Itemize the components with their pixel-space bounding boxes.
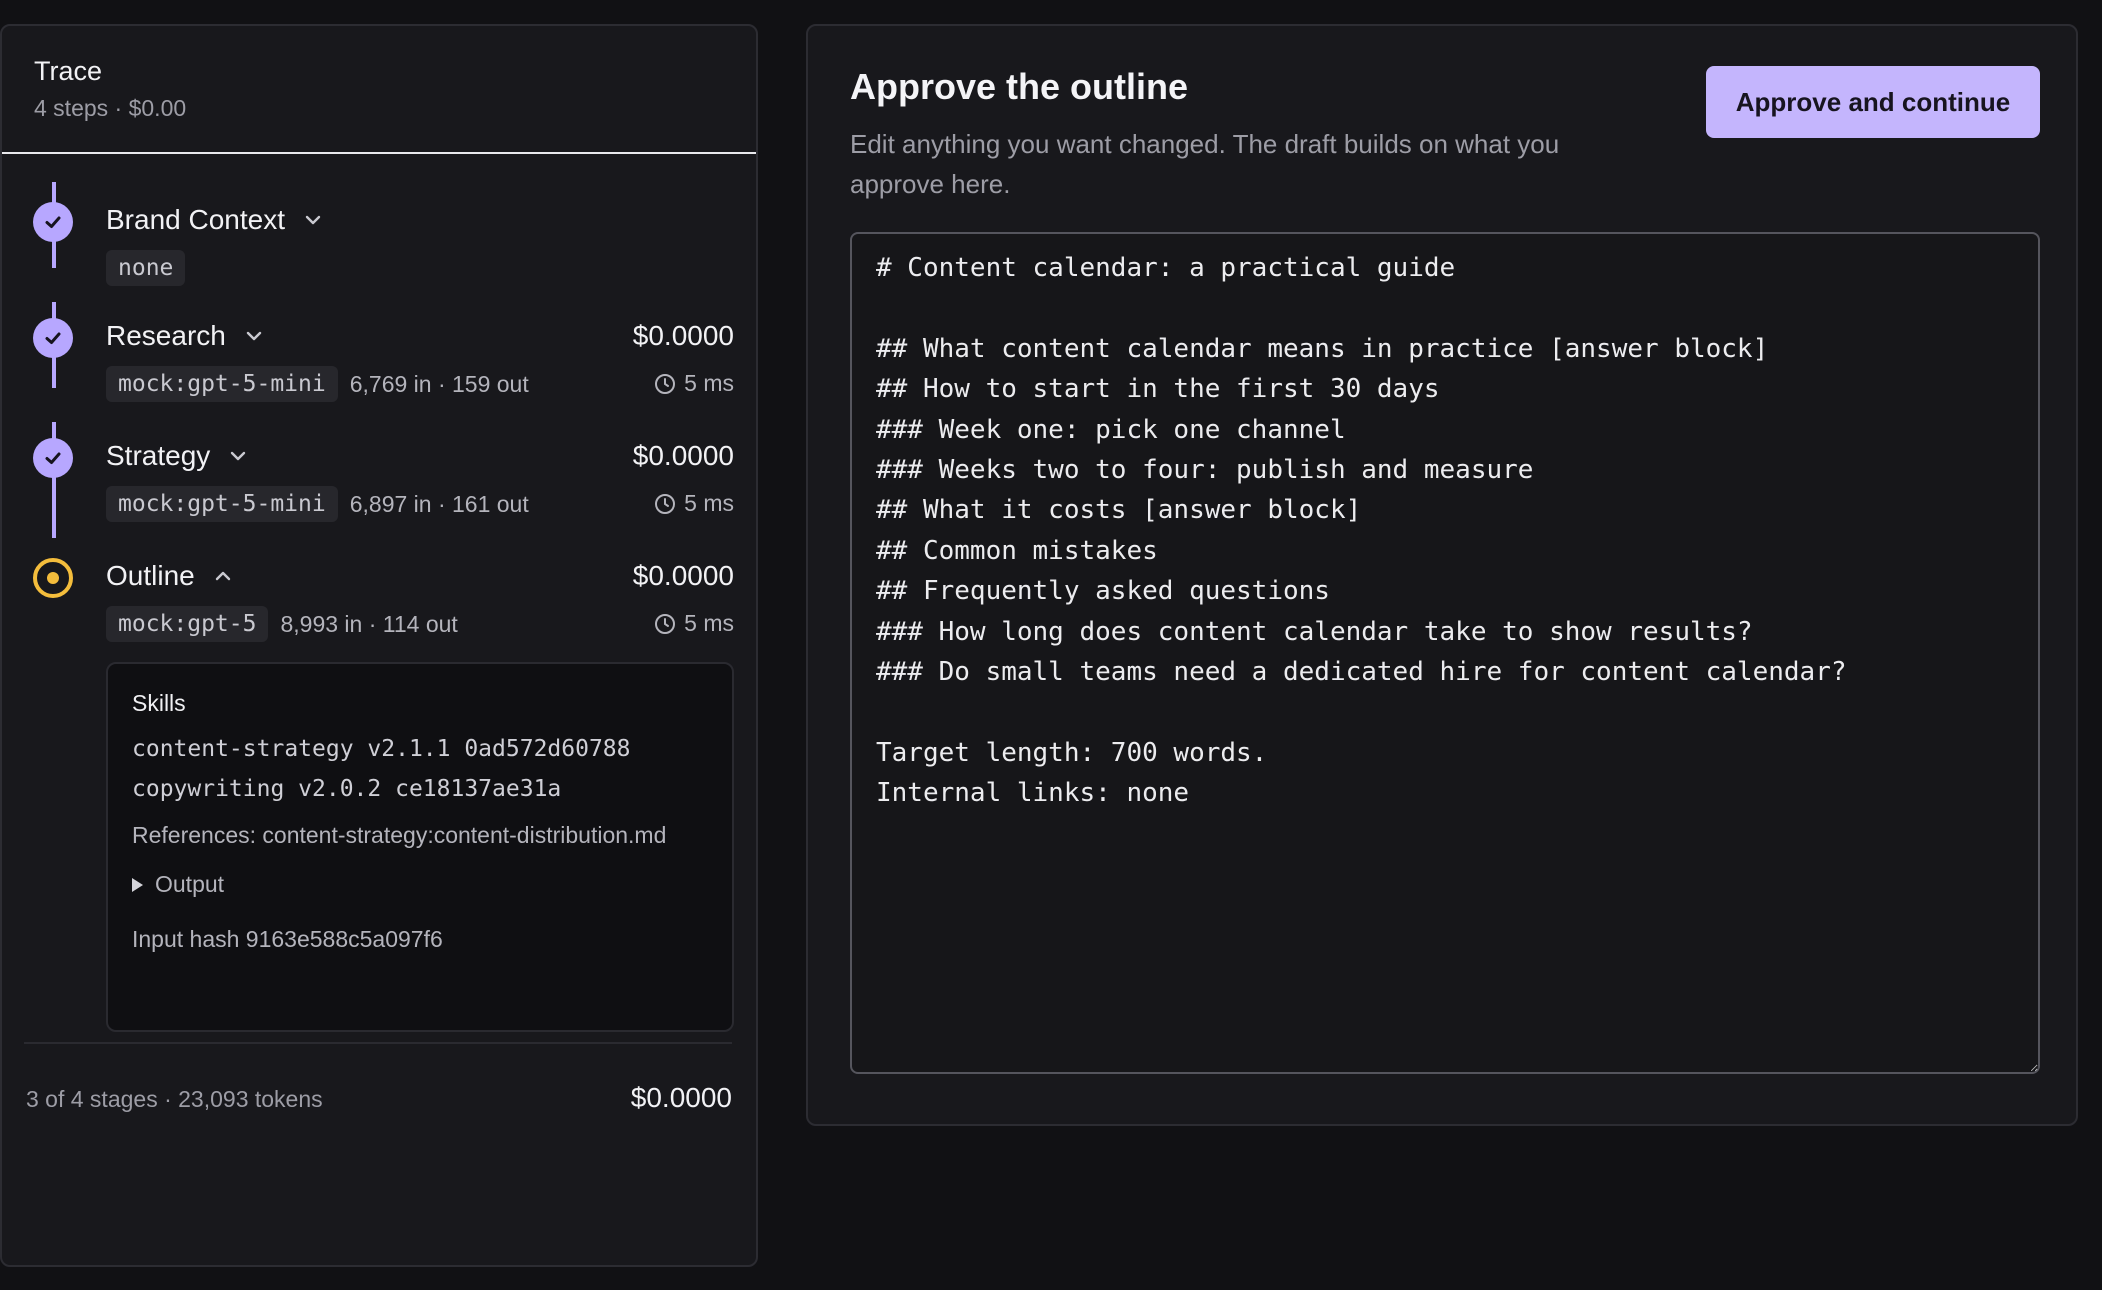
model-chip: mock:gpt-5-mini	[106, 366, 338, 402]
duration-label: 5 ms	[684, 370, 734, 396]
duration-label: 5 ms	[684, 610, 734, 636]
skills-list: content-strategy v2.1.1 0ad572d60788 cop…	[132, 729, 708, 809]
approve-and-continue-button[interactable]: Approve and continue	[1706, 66, 2040, 138]
token-count: 8,993 in · 114 out	[280, 610, 458, 637]
step-toggle-brand-context[interactable]: Brand Context	[106, 204, 327, 236]
step-duration: 5 ms	[654, 490, 734, 517]
stages-summary: 3 of 4 stages · 23,093 tokens	[26, 1086, 323, 1112]
step-duration: 5 ms	[654, 610, 734, 637]
step-toggle-research[interactable]: Research	[106, 320, 268, 352]
step-meta: mock:gpt-5-mini 6,897 in · 161 out	[106, 486, 529, 522]
approve-description: Edit anything you want changed. The draf…	[850, 129, 1560, 199]
skill-item: content-strategy v2.1.1 0ad572d60788	[132, 736, 631, 762]
context-chip: none	[106, 250, 186, 286]
skills-heading: Skills	[132, 690, 186, 716]
step-name: Strategy	[106, 440, 211, 471]
total-cost: $0.0000	[630, 1082, 732, 1113]
step-meta: mock:gpt-5 8,993 in · 114 out	[106, 606, 458, 642]
chevron-down-icon	[246, 331, 262, 341]
output-label: Output	[155, 871, 225, 897]
outline-editor[interactable]: # Content calendar: a practical guide ##…	[850, 232, 2040, 1074]
clock-icon	[655, 613, 676, 634]
step-toggle-strategy[interactable]: Strategy	[106, 440, 252, 472]
approve-panel: Approve the outline Edit anything you wa…	[806, 24, 2078, 1126]
token-count: 6,769 in · 159 out	[349, 370, 529, 397]
check-icon	[33, 318, 73, 358]
step-details-panel: Skills content-strategy v2.1.1 0ad572d60…	[106, 662, 734, 1032]
step-toggle-outline[interactable]: Outline	[106, 560, 237, 592]
step-meta: mock:gpt-5-mini 6,769 in · 159 out	[106, 366, 529, 402]
chevron-down-icon	[231, 451, 246, 461]
step-name: Research	[106, 320, 226, 351]
references-text: References: content-strategy:content-dis…	[132, 822, 667, 848]
step-meta: none	[106, 250, 186, 286]
step-cost: $0.0000	[632, 560, 734, 591]
in-progress-icon	[33, 558, 73, 598]
duration-label: 5 ms	[684, 490, 734, 516]
chevron-up-icon	[215, 571, 230, 581]
step-duration: 5 ms	[654, 370, 734, 397]
trace-title: Trace	[34, 56, 103, 86]
step-name: Brand Context	[106, 204, 285, 235]
step-cost: $0.0000	[632, 440, 734, 471]
caret-right-icon	[132, 877, 143, 892]
clock-icon	[655, 373, 676, 394]
output-disclosure[interactable]: Output	[132, 871, 708, 898]
check-icon	[33, 202, 73, 242]
token-count: 6,897 in · 161 out	[349, 490, 529, 517]
approve-title: Approve the outline	[850, 66, 1189, 107]
check-icon	[33, 438, 73, 478]
input-hash: Input hash 9163e588c5a097f6	[132, 926, 443, 952]
footer-divider	[24, 1042, 732, 1044]
step-name: Outline	[106, 560, 195, 591]
trace-panel: Trace 4 steps · $0.00 Brand Context none…	[0, 24, 758, 1267]
trace-header: Trace 4 steps · $0.00	[2, 26, 756, 154]
clock-icon	[655, 493, 676, 514]
step-cost: $0.0000	[632, 320, 734, 351]
model-chip: mock:gpt-5-mini	[106, 486, 338, 522]
skill-item: copywriting v2.0.2 ce18137ae31a	[132, 776, 562, 802]
chevron-down-icon	[305, 215, 321, 225]
trace-summary: 4 steps · $0.00	[34, 95, 187, 121]
model-chip: mock:gpt-5	[106, 606, 269, 642]
